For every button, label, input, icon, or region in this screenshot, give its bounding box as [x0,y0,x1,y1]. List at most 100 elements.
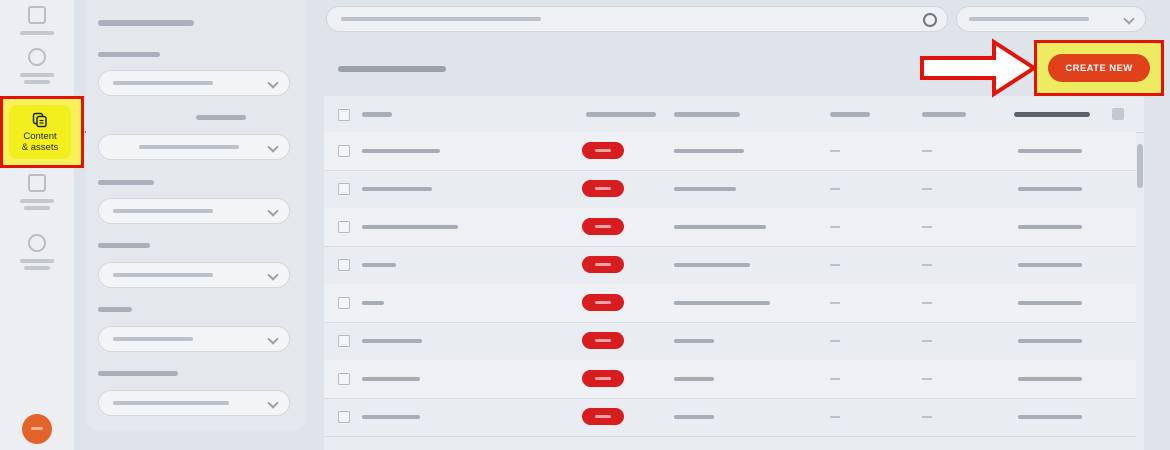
select-all-checkbox[interactable] [338,109,350,121]
workflow-status-badge [582,332,624,349]
nav-item-label [20,259,54,263]
content-table [324,96,1144,450]
workflow-status-badge [582,256,624,273]
workflow-status-badge [582,218,624,235]
row-comments [922,226,932,228]
nav-item-calendar[interactable] [14,170,60,218]
filter-label [98,371,178,376]
nav-item-content-assets[interactable]: Content & assets [9,105,71,159]
row-overview [830,340,840,342]
column-header-workflow[interactable] [586,112,656,117]
row-checkbox[interactable] [338,373,350,385]
chevron-down-icon [267,333,279,345]
row-content-type [674,263,750,267]
nav-item-label [20,199,54,203]
content-assets-highlight: Content & assets [0,96,84,168]
filter-placeholder [113,81,213,85]
filter-placeholder [113,401,229,405]
filters-panel [86,0,306,430]
row-overview [830,416,840,418]
table-row[interactable] [324,132,1136,171]
row-comments [922,264,932,266]
calendar-icon [28,174,46,192]
nav-item-label [20,31,54,35]
nav-item-content-assets-label: Content & assets [21,131,59,153]
workflow-status-badge [582,370,624,387]
row-name [362,187,432,191]
row-checkbox[interactable] [338,259,350,271]
globe-icon [28,48,46,66]
settings-icon [28,234,46,252]
filter-taxonomy-select[interactable] [98,262,290,288]
table-row[interactable] [324,284,1136,323]
create-new-button[interactable]: CREATE NEW [1048,54,1150,82]
row-checkbox[interactable] [338,411,350,423]
nav-item-globe[interactable] [14,44,60,92]
filter-language-select[interactable] [98,134,290,160]
filter-content-type-select[interactable] [98,70,290,96]
row-overview [830,188,840,190]
nav-item-home[interactable] [14,2,60,50]
row-name [362,149,440,153]
table-row[interactable] [324,360,1136,399]
chevron-down-icon [267,269,279,281]
search-scope-select[interactable] [956,6,1146,32]
column-header-last-modified[interactable] [1014,112,1090,117]
filter-placeholder [113,337,193,341]
row-name [362,225,458,229]
row-checkbox[interactable] [338,335,350,347]
scope-placeholder [969,17,1089,21]
row-last-modified [1018,339,1082,343]
row-comments [922,416,932,418]
workflow-status-badge [582,142,624,159]
row-content-type [674,415,714,419]
row-checkbox[interactable] [338,221,350,233]
row-checkbox[interactable] [338,183,350,195]
filter-placeholder [139,145,239,149]
nav-item-label [24,206,50,210]
sort-icon[interactable] [1112,108,1124,120]
nav-item-settings[interactable] [14,230,60,278]
nav-rail [0,0,74,450]
results-count [338,66,446,72]
column-header-overview[interactable] [830,112,870,117]
row-name [362,377,420,381]
user-avatar[interactable] [22,414,52,444]
chevron-down-icon [1123,13,1135,25]
row-name [362,415,420,419]
row-last-modified [1018,377,1082,381]
column-header-comments[interactable] [922,112,966,117]
table-row[interactable] [324,322,1136,361]
row-name [362,263,396,267]
chevron-down-icon [267,77,279,89]
column-header-content-type[interactable] [674,112,740,117]
search-icon[interactable] [923,13,937,27]
row-checkbox[interactable] [338,297,350,309]
scrollbar-thumb[interactable] [1137,144,1143,188]
filter-placeholder [113,273,213,277]
filter-publishing-state-select[interactable] [98,390,290,416]
home-icon [28,6,46,24]
table-row[interactable] [324,170,1136,209]
filter-status-select[interactable] [98,326,290,352]
filter-label [196,115,246,120]
create-new-highlight: CREATE NEW [1034,40,1164,96]
chevron-down-icon [267,141,279,153]
table-row[interactable] [324,208,1136,247]
table-row[interactable] [324,246,1136,285]
column-header-name[interactable] [362,112,392,117]
copy-icon [32,112,47,128]
filter-label [98,243,150,248]
row-name [362,301,384,305]
table-row[interactable] [324,398,1136,437]
filter-contributor-select[interactable] [98,198,290,224]
filters-title [98,20,194,26]
nav-item-label [20,73,54,77]
filter-placeholder [113,209,213,213]
row-last-modified [1018,149,1082,153]
search-input[interactable] [326,6,948,32]
row-overview [830,378,840,380]
table-scrollbar[interactable] [1136,136,1144,450]
chevron-down-icon [267,397,279,409]
row-checkbox[interactable] [338,145,350,157]
